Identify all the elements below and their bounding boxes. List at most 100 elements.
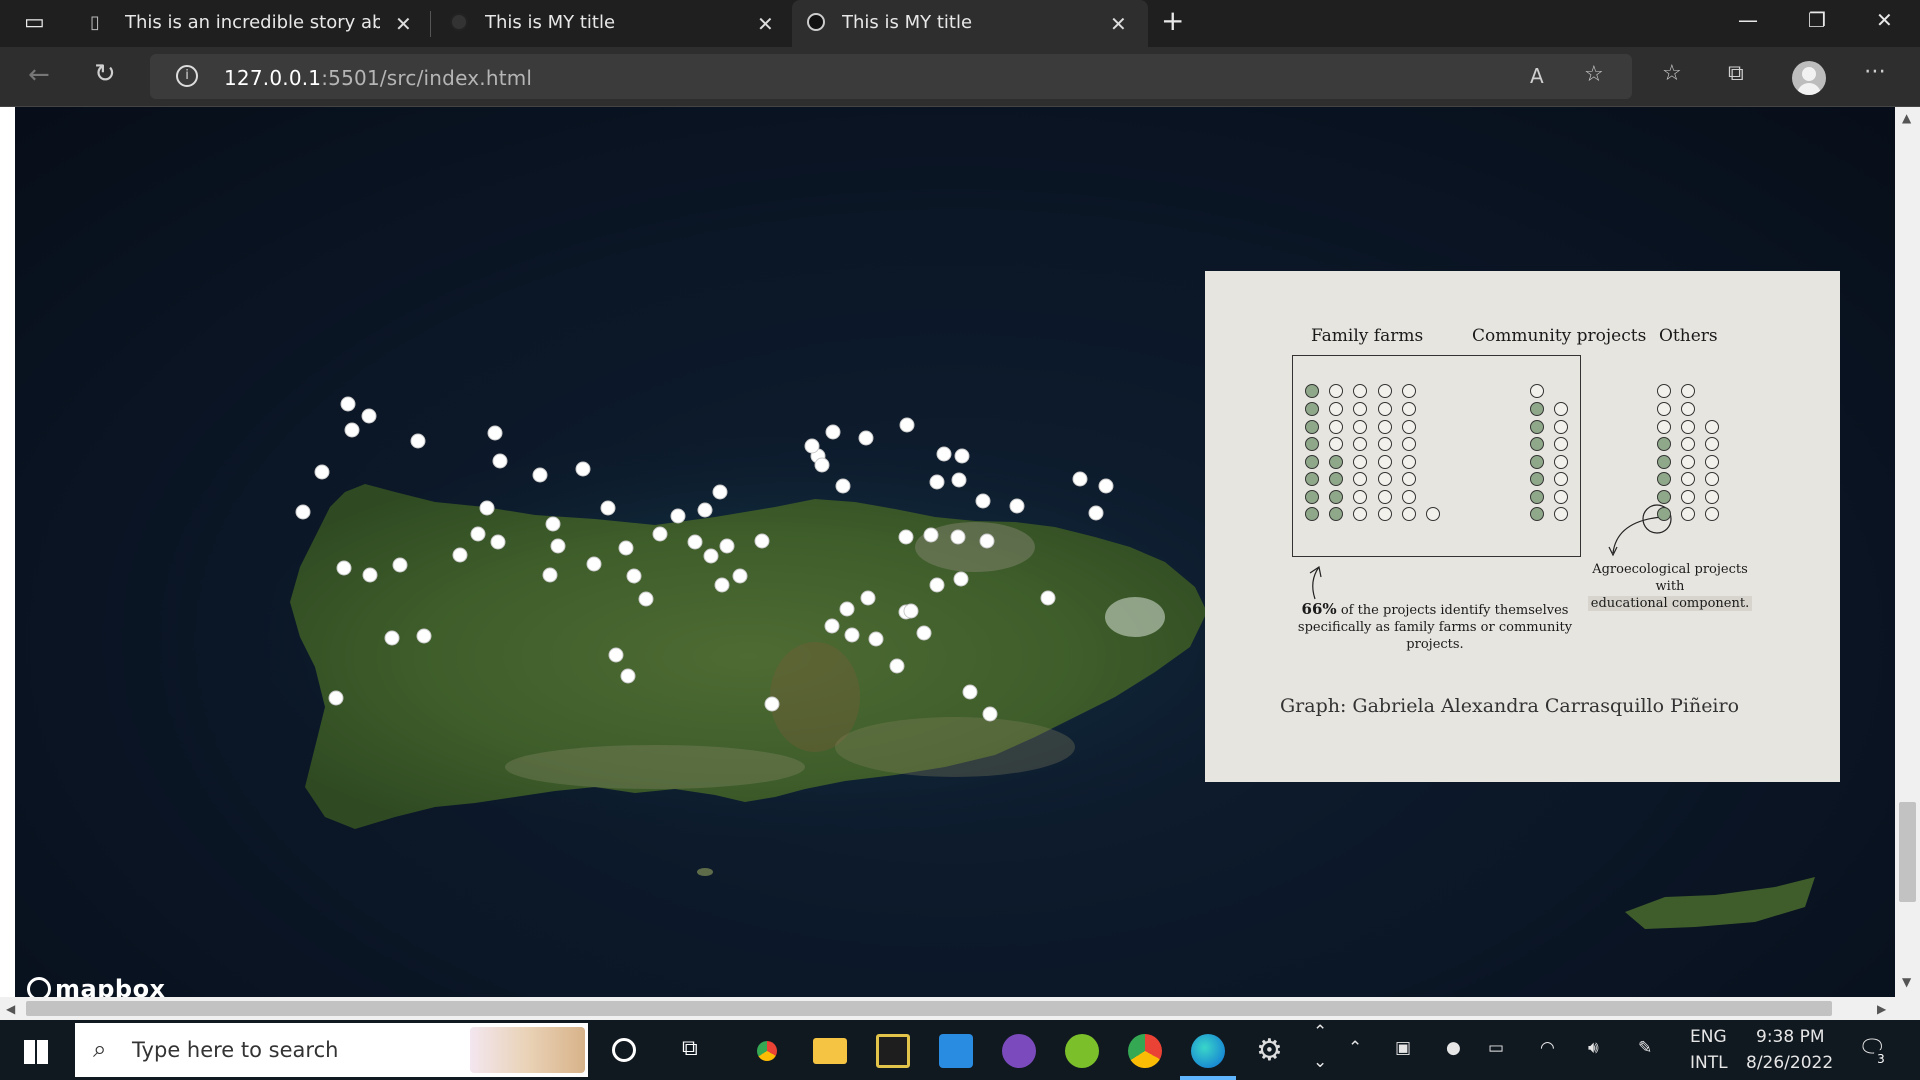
project-marker[interactable] <box>336 560 352 576</box>
project-marker[interactable] <box>953 571 969 587</box>
project-marker[interactable] <box>479 500 495 516</box>
tab-my-title-active[interactable]: This is MY title ✕ <box>792 0 1148 47</box>
project-marker[interactable] <box>754 533 770 549</box>
project-marker[interactable] <box>340 396 356 412</box>
battery-icon[interactable]: ▭ <box>1488 1038 1504 1058</box>
edge-icon[interactable] <box>1191 1034 1225 1068</box>
back-arrow-icon[interactable]: ← <box>28 60 50 90</box>
chevron-down-icon[interactable]: ⌄ <box>1313 1052 1327 1072</box>
project-marker[interactable] <box>575 461 591 477</box>
show-hidden-icons[interactable]: ⌃ <box>1348 1038 1362 1058</box>
language-line2[interactable]: INTL <box>1690 1053 1728 1073</box>
restore-icon[interactable]: ❐ <box>1808 8 1826 32</box>
scroll-up-icon[interactable]: ▲ <box>1902 111 1911 125</box>
project-marker[interactable] <box>608 647 624 663</box>
windows-start-icon[interactable] <box>24 1040 48 1064</box>
task-view-icon[interactable]: ⧉ <box>682 1036 698 1061</box>
profile-avatar[interactable] <box>1792 61 1826 95</box>
project-marker[interactable] <box>954 448 970 464</box>
project-marker[interactable] <box>618 540 634 556</box>
app-icon[interactable] <box>876 1034 910 1068</box>
project-marker[interactable] <box>814 457 830 473</box>
volume-icon[interactable]: 🔊︎ <box>1588 1038 1599 1058</box>
close-icon[interactable]: ✕ <box>757 12 774 36</box>
close-icon[interactable]: ✕ <box>395 12 412 36</box>
github-icon[interactable] <box>1002 1034 1036 1068</box>
vertical-scroll-thumb[interactable] <box>1899 802 1916 902</box>
project-marker[interactable] <box>844 627 860 643</box>
language-line1[interactable]: ENG <box>1690 1027 1727 1047</box>
project-marker[interactable] <box>712 484 728 500</box>
qgis-icon[interactable] <box>1065 1034 1099 1068</box>
project-marker[interactable] <box>824 618 840 634</box>
project-marker[interactable] <box>410 433 426 449</box>
project-marker[interactable] <box>545 516 561 532</box>
project-marker[interactable] <box>344 422 360 438</box>
project-marker[interactable] <box>835 478 851 494</box>
project-marker[interactable] <box>962 684 978 700</box>
favorites-icon[interactable]: ☆ <box>1662 61 1682 86</box>
scroll-left-icon[interactable]: ◀ <box>6 1002 15 1016</box>
read-aloud-icon[interactable]: A <box>1530 64 1544 88</box>
project-marker[interactable] <box>416 628 432 644</box>
project-marker[interactable] <box>979 533 995 549</box>
settings-gear-icon[interactable]: ⚙ <box>1256 1033 1283 1068</box>
project-marker[interactable] <box>626 568 642 584</box>
project-marker[interactable] <box>951 472 967 488</box>
project-marker[interactable] <box>950 529 966 545</box>
tab-actions-icon[interactable]: ▭ <box>24 10 45 35</box>
cortana-icon[interactable] <box>612 1038 636 1062</box>
project-marker[interactable] <box>600 500 616 516</box>
tab-my-title-1[interactable]: This is MY title ✕ <box>435 0 790 47</box>
project-marker[interactable] <box>860 590 876 606</box>
project-marker[interactable] <box>638 591 654 607</box>
project-marker[interactable] <box>719 538 735 554</box>
vscode-icon[interactable] <box>939 1034 973 1068</box>
project-marker[interactable] <box>470 526 486 542</box>
clock-time[interactable]: 9:38 PM <box>1756 1027 1825 1047</box>
project-marker[interactable] <box>903 603 919 619</box>
scroll-down-icon[interactable]: ▼ <box>1902 975 1911 989</box>
project-marker[interactable] <box>975 493 991 509</box>
project-marker[interactable] <box>697 502 713 518</box>
project-marker[interactable] <box>898 529 914 545</box>
reload-icon[interactable]: ↻ <box>94 59 116 89</box>
project-marker[interactable] <box>670 508 686 524</box>
project-marker[interactable] <box>542 567 558 583</box>
project-marker[interactable] <box>362 567 378 583</box>
project-marker[interactable] <box>1088 505 1104 521</box>
project-marker[interactable] <box>899 417 915 433</box>
project-marker[interactable] <box>452 547 468 563</box>
project-marker[interactable] <box>295 504 311 520</box>
project-marker[interactable] <box>652 526 668 542</box>
project-marker[interactable] <box>1009 498 1025 514</box>
project-marker[interactable] <box>586 556 602 572</box>
more-options-icon[interactable]: ⋯ <box>1864 59 1886 84</box>
meet-now-icon[interactable]: ▣ <box>1395 1038 1411 1058</box>
project-marker[interactable] <box>982 706 998 722</box>
microphone-icon[interactable]: ● <box>1446 1038 1461 1058</box>
file-explorer-icon[interactable] <box>813 1038 847 1064</box>
project-marker[interactable] <box>1098 478 1114 494</box>
taskbar-search[interactable]: ⌕ Type here to search <box>75 1023 588 1077</box>
project-marker[interactable] <box>1072 471 1088 487</box>
mapbox-logo[interactable]: mapbox <box>27 975 166 997</box>
close-icon[interactable]: ✕ <box>1110 12 1127 36</box>
project-marker[interactable] <box>532 467 548 483</box>
chevron-up-icon[interactable]: ⌃ <box>1313 1022 1327 1042</box>
collections-icon[interactable]: ⧉ <box>1728 61 1744 86</box>
info-icon[interactable]: i <box>176 65 198 87</box>
tab-story[interactable]: ▯ This is an incredible story about i ✕ <box>80 0 425 47</box>
wifi-icon[interactable]: ◠ <box>1540 1038 1555 1058</box>
project-marker[interactable] <box>328 690 344 706</box>
project-marker[interactable] <box>916 625 932 641</box>
plus-icon[interactable]: + <box>1161 4 1184 37</box>
address-bar[interactable]: i 127.0.0.1:5501/src/index.html A ☆ <box>150 54 1632 99</box>
project-marker[interactable] <box>936 446 952 462</box>
horizontal-scroll-thumb[interactable] <box>26 1001 1832 1016</box>
project-marker[interactable] <box>839 601 855 617</box>
project-marker[interactable] <box>889 658 905 674</box>
chrome-profile-icon[interactable] <box>1128 1034 1162 1068</box>
clock-date[interactable]: 8/26/2022 <box>1746 1053 1833 1073</box>
project-marker[interactable] <box>825 424 841 440</box>
